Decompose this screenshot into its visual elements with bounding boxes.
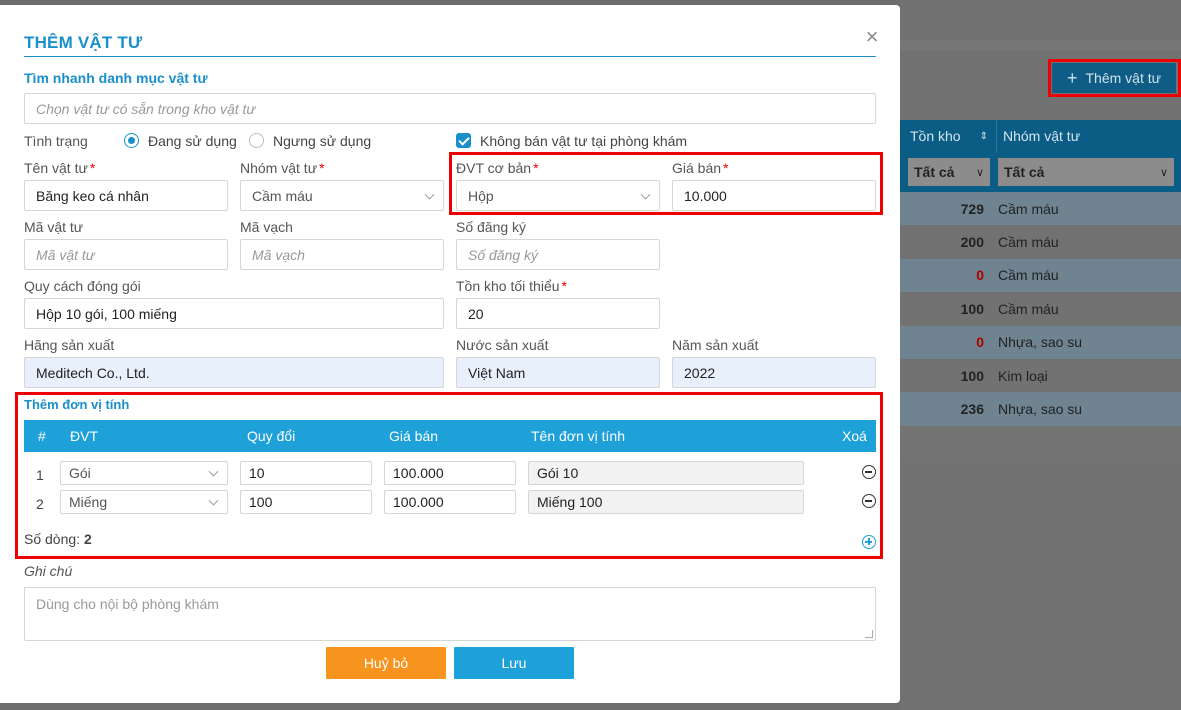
add-item-button[interactable]: + Thêm vật tư xyxy=(1052,63,1176,93)
reg-no-input[interactable]: Số đăng ký xyxy=(456,239,660,270)
unit-price-input[interactable]: 100.000 xyxy=(384,461,516,485)
chevron-down-icon xyxy=(208,495,219,506)
base-unit-select[interactable]: Hộp xyxy=(456,180,660,211)
quick-search-input[interactable]: Chọn vật tư có sẵn trong kho vật tư xyxy=(24,93,876,124)
table-row[interactable]: 200 Cầm máu xyxy=(900,225,1181,259)
status-in-use-label: Đang sử dụng xyxy=(148,133,237,149)
name-label: Tên vật tư * xyxy=(24,160,96,176)
column-header-group[interactable]: Nhóm vật tư xyxy=(997,128,1181,144)
close-icon[interactable]: × xyxy=(862,26,882,48)
unit-row-number: 1 xyxy=(36,467,44,483)
sort-icon: ⇕ xyxy=(979,130,988,142)
add-item-button-label: Thêm vật tư xyxy=(1085,70,1162,86)
year-label: Năm sản xuất xyxy=(672,337,759,353)
conversion-input[interactable]: 100 xyxy=(240,490,372,514)
add-item-modal: THÊM VẬT TƯ × Tìm nhanh danh mục vật tư … xyxy=(0,5,900,703)
reg-no-label: Số đăng ký xyxy=(456,219,527,235)
unit-row-number: 2 xyxy=(36,496,44,512)
manufacturer-label: Hãng sản xuất xyxy=(24,337,115,353)
no-sale-checkbox[interactable] xyxy=(456,133,471,148)
country-input[interactable]: Việt Nam xyxy=(456,357,660,388)
packing-label: Quy cách đóng gói xyxy=(24,278,141,294)
quick-search-label: Tìm nhanh danh mục vật tư xyxy=(24,70,208,86)
save-button[interactable]: Lưu xyxy=(454,647,574,679)
status-label: Tình trạng xyxy=(24,133,88,149)
status-stopped-radio[interactable] xyxy=(249,133,264,148)
chevron-down-icon xyxy=(424,189,435,200)
table-row[interactable]: 0 Nhựa, sao su xyxy=(900,325,1181,359)
table-row[interactable]: 236 Nhựa, sao su xyxy=(900,392,1181,426)
group-filter-select[interactable]: Tất cả ∨ xyxy=(998,158,1174,186)
units-section-label: Thêm đơn vị tính xyxy=(24,397,130,412)
remove-row-icon[interactable] xyxy=(862,465,876,479)
chevron-down-icon xyxy=(208,466,219,477)
conversion-input[interactable]: 10 xyxy=(240,461,372,485)
barcode-label: Mã vạch xyxy=(240,219,293,235)
table-row[interactable]: 100 Cầm máu xyxy=(900,292,1181,326)
table-header: Tồn kho ⇕ Nhóm vật tư xyxy=(900,120,1181,152)
status-in-use-radio[interactable] xyxy=(124,133,139,148)
remove-row-icon[interactable] xyxy=(862,494,876,508)
table-row[interactable]: 729 Cầm máu xyxy=(900,192,1181,226)
name-input[interactable]: Băng keo cá nhân xyxy=(24,180,228,211)
note-textarea[interactable]: Dùng cho nội bộ phòng khám xyxy=(24,587,876,641)
year-input[interactable]: 2022 xyxy=(672,357,876,388)
plus-icon: + xyxy=(1066,68,1078,88)
column-header-stock[interactable]: Tồn kho ⇕ xyxy=(900,120,997,152)
min-stock-input[interactable]: 20 xyxy=(456,298,660,329)
unit-name-input: Gói 10 xyxy=(528,461,804,485)
chevron-down-icon: ∨ xyxy=(1159,166,1168,179)
status-stopped-label: Ngưng sử dụng xyxy=(273,133,372,149)
add-row-icon[interactable] xyxy=(862,535,876,549)
background-table-footer xyxy=(900,428,1181,460)
table-filter-row: Tất cả ∨ Tất cả ∨ xyxy=(900,152,1181,192)
price-label: Giá bán * xyxy=(672,160,729,176)
manufacturer-input[interactable]: Meditech Co., Ltd. xyxy=(24,357,444,388)
min-stock-label: Tồn kho tối thiểu * xyxy=(456,278,567,294)
code-label: Mã vật tư xyxy=(24,219,84,235)
unit-price-input[interactable]: 100.000 xyxy=(384,490,516,514)
unit-select[interactable]: Miếng xyxy=(60,490,228,514)
group-label: Nhóm vật tư * xyxy=(240,160,325,176)
price-input[interactable]: 10.000 xyxy=(672,180,876,211)
base-unit-label: ĐVT cơ bản * xyxy=(456,160,539,176)
unit-name-input: Miếng 100 xyxy=(528,490,804,514)
chevron-down-icon xyxy=(640,189,651,200)
note-label: Ghi chú xyxy=(24,563,73,579)
table-row[interactable]: 0 Cầm máu xyxy=(900,258,1181,293)
unit-select[interactable]: Gói xyxy=(60,461,228,485)
group-select[interactable]: Cầm máu xyxy=(240,180,444,211)
packing-input[interactable]: Hộp 10 gói, 100 miếng xyxy=(24,298,444,329)
barcode-input[interactable]: Mã vạch xyxy=(240,239,444,270)
code-input[interactable]: Mã vật tư xyxy=(24,239,228,270)
background-toolbar xyxy=(900,40,1181,50)
units-table-header: # ĐVT Quy đổi Giá bán Tên đơn vị tính Xo… xyxy=(24,420,876,452)
chevron-down-icon: ∨ xyxy=(975,166,984,179)
cancel-button[interactable]: Huỷ bỏ xyxy=(326,647,446,679)
no-sale-label: Không bán vật tư tại phòng khám xyxy=(480,133,688,149)
modal-title: THÊM VẬT TƯ xyxy=(24,33,143,52)
country-label: Nước sản xuất xyxy=(456,337,549,353)
row-count: Số dòng: 2 xyxy=(24,531,92,547)
background-table: Tồn kho ⇕ Nhóm vật tư Tất cả ∨ Tất cả ∨ … xyxy=(900,120,1181,426)
title-divider xyxy=(24,56,876,57)
resize-handle[interactable] xyxy=(865,630,873,638)
table-row[interactable]: 100 Kim loại xyxy=(900,358,1181,393)
stock-filter-select[interactable]: Tất cả ∨ xyxy=(908,158,990,186)
